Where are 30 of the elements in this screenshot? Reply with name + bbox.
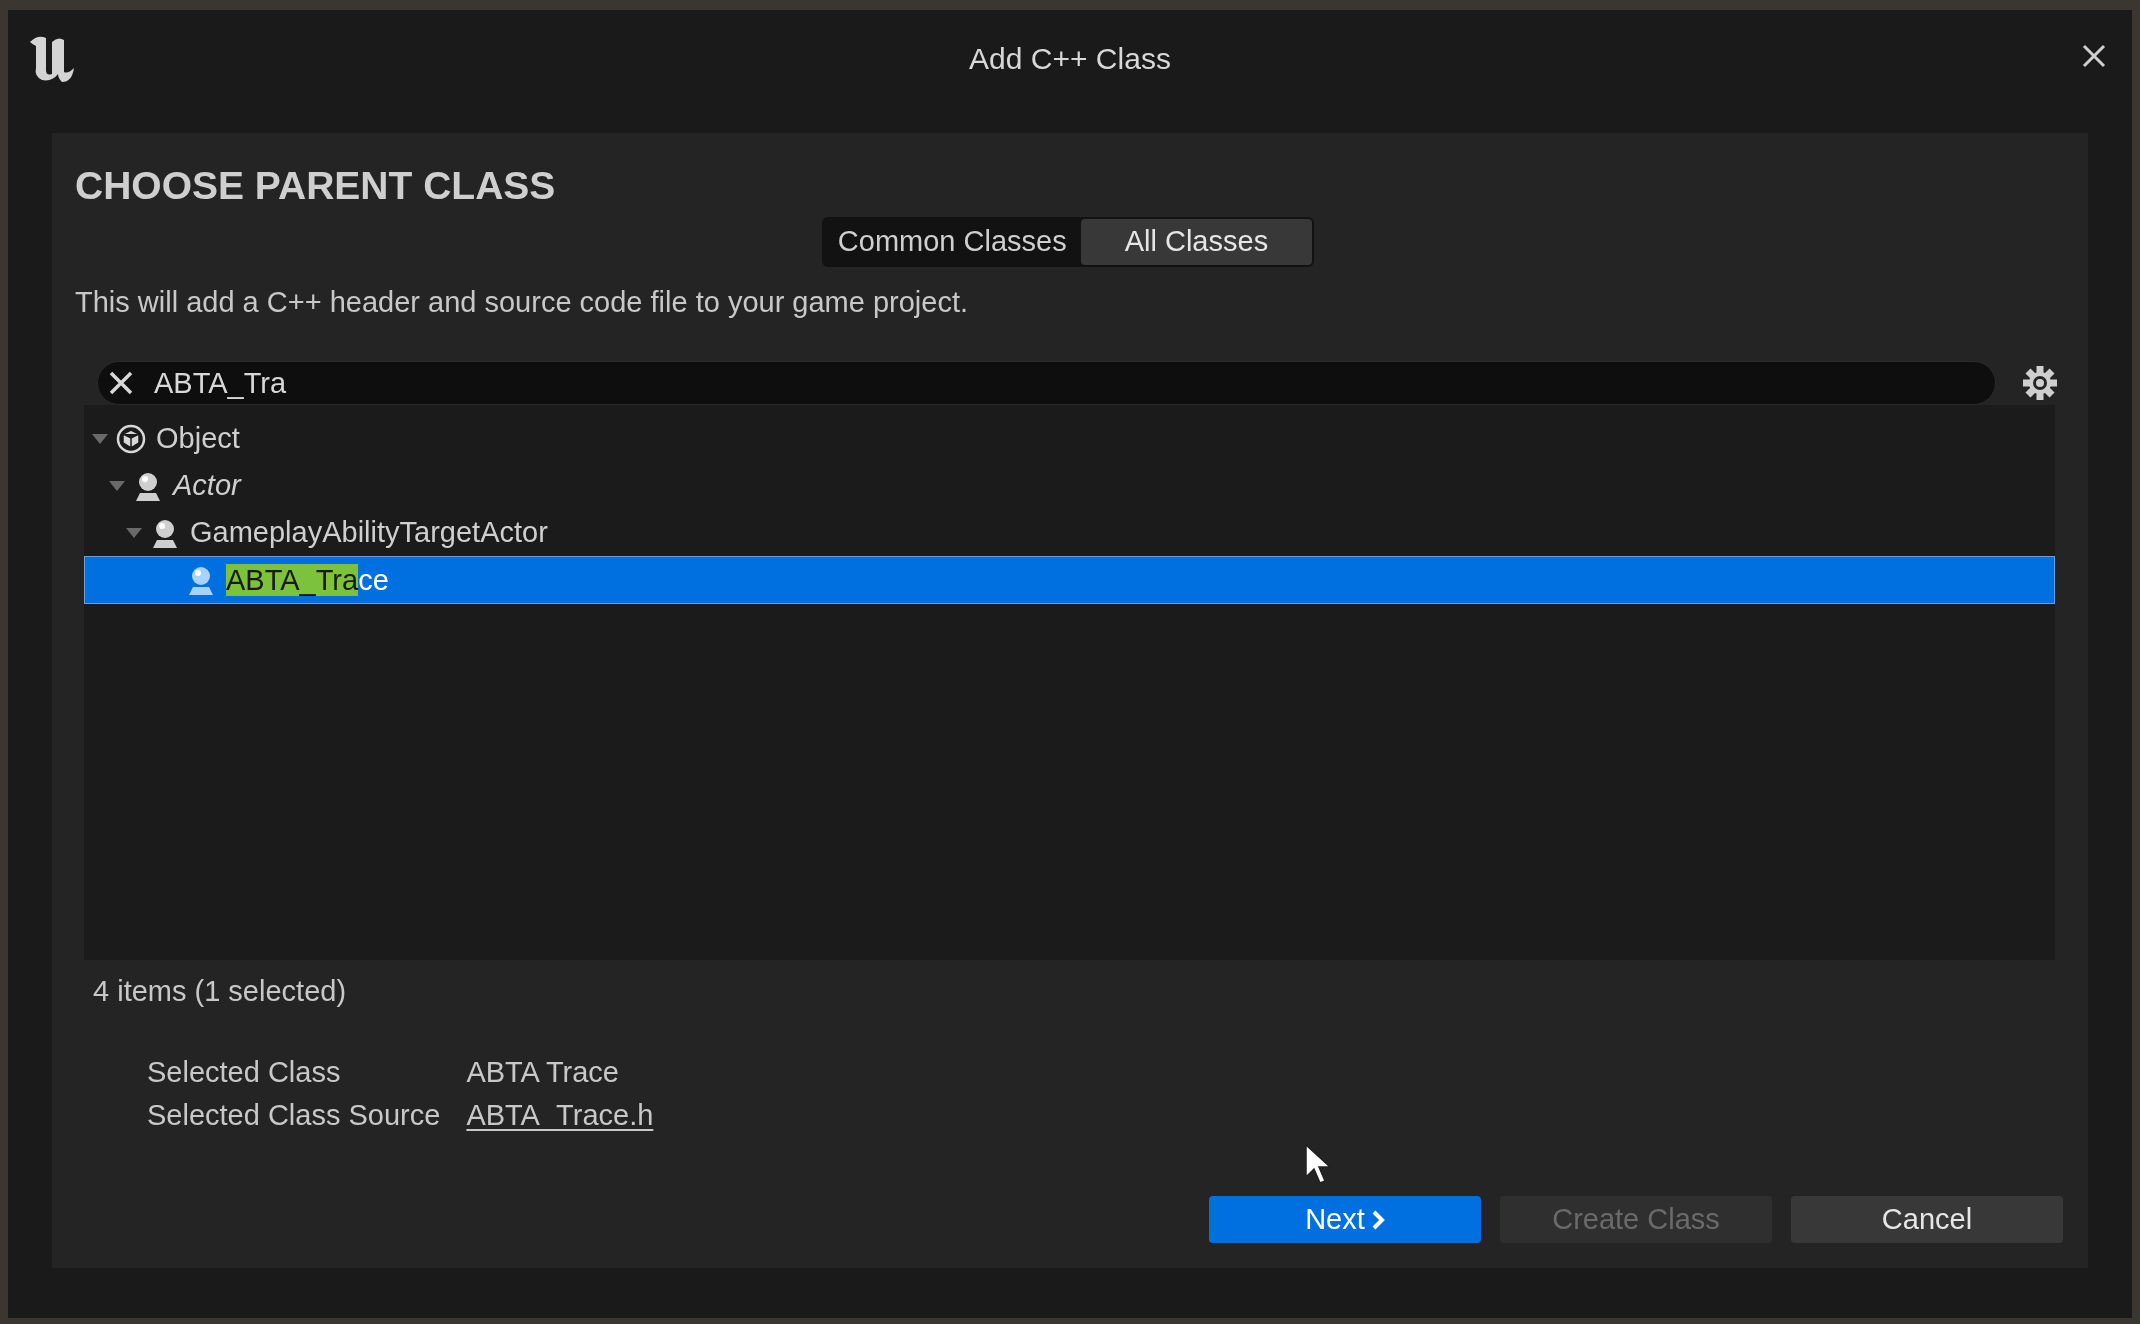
settings-icon[interactable] xyxy=(2022,365,2058,401)
sphere-on-stand-icon xyxy=(186,564,216,596)
class-name: Actor xyxy=(173,471,241,500)
detail-label: Selected Class Source xyxy=(147,1101,441,1130)
expanded-caret-icon[interactable] xyxy=(108,479,126,492)
tree-row[interactable]: Object xyxy=(84,415,2055,462)
detail-value: ABTA Trace xyxy=(466,1058,620,1087)
search-query: ABTA_Tra xyxy=(154,368,287,398)
detail-label: Selected Class xyxy=(147,1058,342,1087)
tree-row[interactable]: GameplayAbilityTargetActor xyxy=(84,509,2055,556)
clear-icon[interactable] xyxy=(108,370,134,396)
tree-row[interactable]: Actor xyxy=(84,462,2055,509)
item-count-text: 4 items (1 selected) xyxy=(93,977,348,1006)
class-name: GameplayAbilityTargetActor xyxy=(190,518,548,547)
dialog-button[interactable]: Cancel xyxy=(1791,1196,2063,1243)
window-title: Add C++ Class xyxy=(969,44,1171,74)
source-file-link[interactable]: ABTA_Trace.h xyxy=(466,1101,654,1130)
expanded-caret-icon[interactable] xyxy=(125,526,143,539)
chevron-icon xyxy=(1370,1208,1385,1231)
next-button[interactable]: Next xyxy=(1209,1196,1481,1243)
search-field[interactable]: ABTA_Tra xyxy=(97,361,1996,405)
class-name: Object xyxy=(156,424,240,453)
cube-icon xyxy=(116,422,146,455)
description-text: This will add a C++ header and source code file to your game project. xyxy=(75,288,970,317)
class-name: ABTA_Trace xyxy=(226,565,389,595)
expanded-caret-icon[interactable] xyxy=(91,432,109,445)
section-heading: CHOOSE PARENT CLASS xyxy=(75,166,557,205)
close-icon[interactable] xyxy=(2081,43,2107,69)
class-filter-tab[interactable]: All Classes xyxy=(1080,219,1313,265)
tree-row[interactable]: ABTA_Trace xyxy=(84,556,2055,604)
